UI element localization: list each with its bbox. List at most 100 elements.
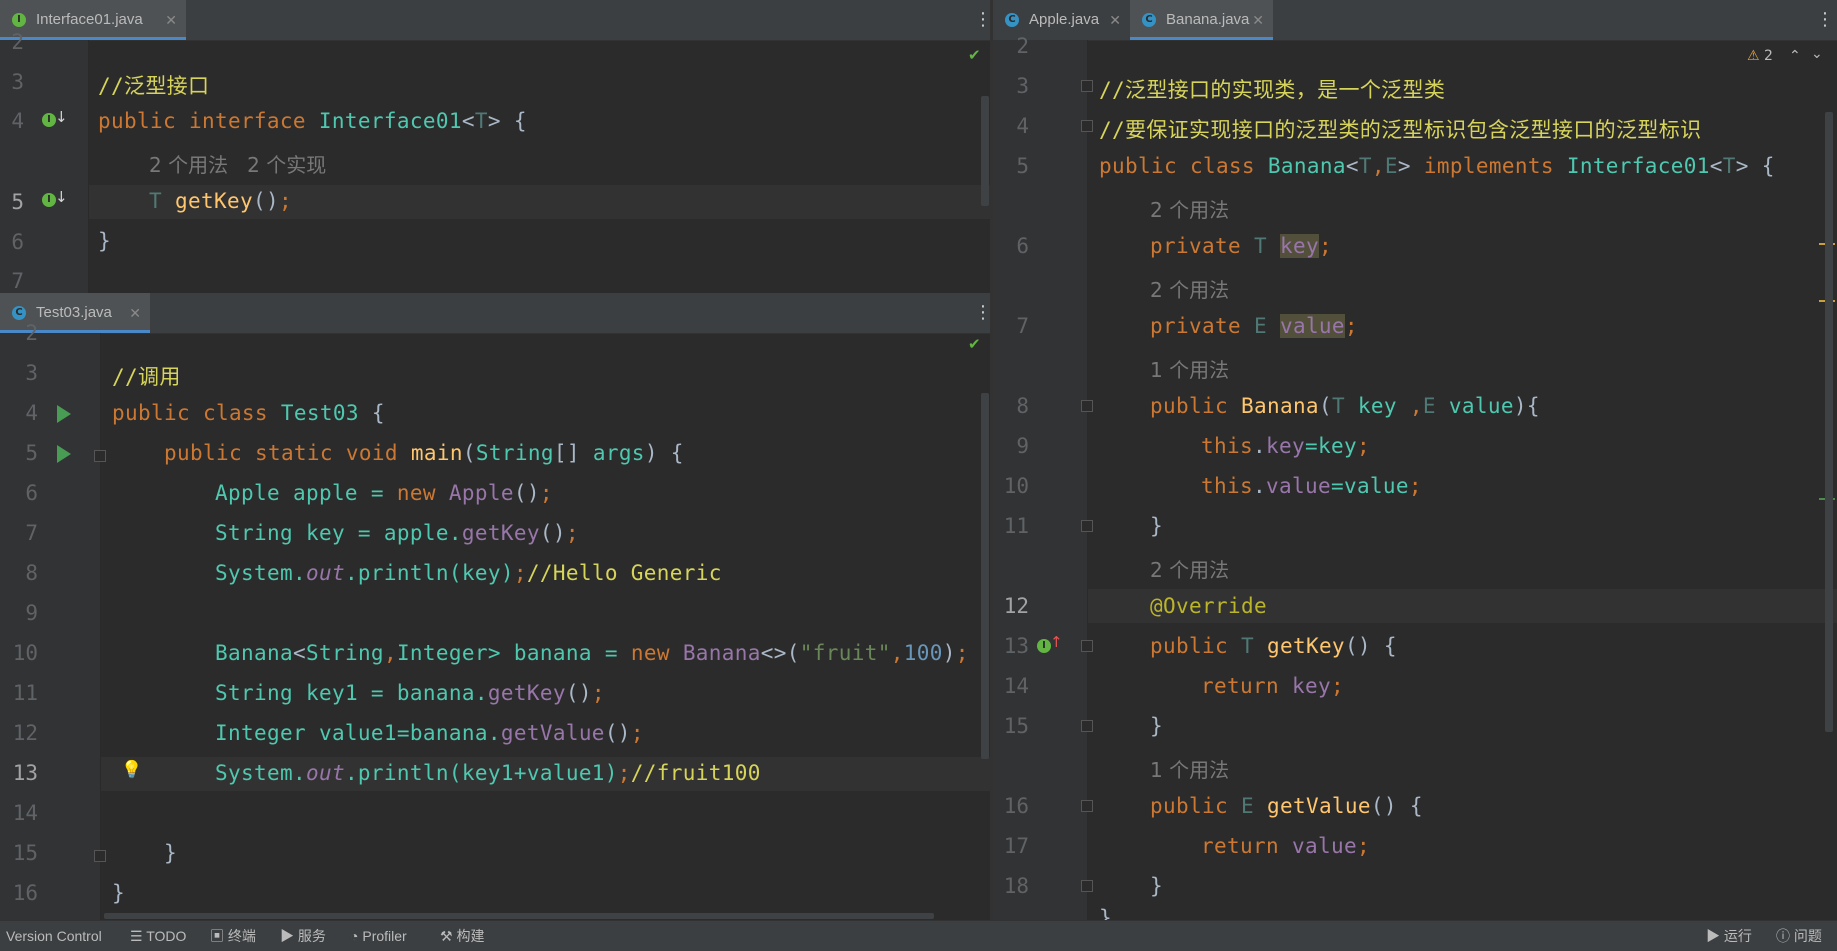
code-line-6: private T key;: [1150, 234, 1332, 258]
fold-icon[interactable]: [1081, 880, 1093, 892]
status-todo[interactable]: ☰ TODO: [130, 921, 186, 951]
code-line-11: String key1 = banana.getKey();: [215, 681, 605, 705]
code-comment: //调用: [112, 365, 181, 389]
implements-icon[interactable]: I: [42, 193, 56, 207]
status-services[interactable]: ▶ 服务: [280, 921, 326, 951]
line-number: 8: [25, 561, 38, 585]
status-terminal[interactable]: ▣ 终端: [210, 921, 256, 951]
editor-interface01: I Interface01.java ✕ ⋮ 2 3 4 5 6 7 I ↓ I…: [0, 0, 990, 293]
line-number: 11: [1003, 514, 1029, 538]
tab-label: Apple.java: [1029, 11, 1100, 28]
code-line-11: }: [1150, 514, 1163, 538]
vertical-scrollbar[interactable]: [981, 393, 989, 759]
tab-banana[interactable]: C Banana.java ✕: [1130, 0, 1273, 40]
fold-icon[interactable]: [1081, 640, 1093, 652]
line-number: 4: [1016, 114, 1029, 138]
line-number: 12: [1003, 594, 1029, 618]
next-highlight-icon[interactable]: ⌄: [1811, 46, 1823, 62]
line-number: 6: [11, 230, 24, 254]
close-icon[interactable]: ✕: [165, 0, 177, 40]
tab-interface01[interactable]: I Interface01.java ✕: [0, 0, 186, 40]
close-icon[interactable]: ✕: [129, 293, 141, 333]
line-number: 2: [1016, 34, 1029, 58]
class-file-icon: C: [1005, 13, 1019, 27]
status-problems[interactable]: ⓘ 问题: [1776, 921, 1822, 951]
class-file-icon: C: [12, 306, 26, 320]
code-line-10: this.value=value;: [1201, 474, 1422, 498]
code-line-5: public class Banana<T,E> implements Inte…: [1099, 154, 1775, 178]
code-line-4: public interface Interface01<T> {: [98, 109, 527, 133]
horizontal-scrollbar[interactable]: [104, 913, 934, 919]
code-line-16: public E getValue() {: [1150, 794, 1423, 818]
line-number: 10: [1003, 474, 1029, 498]
fold-icon[interactable]: [1081, 120, 1093, 132]
services-icon: ▶: [280, 928, 294, 944]
problems-icon: ⓘ: [1776, 928, 1790, 944]
line-number: 13: [1003, 634, 1029, 658]
code-line-18: }: [1150, 874, 1163, 898]
tab-label: Test03.java: [36, 304, 112, 321]
code-line-9: this.key=key;: [1201, 434, 1370, 458]
scrollbar[interactable]: [1825, 112, 1833, 732]
usage-hint[interactable]: 1 个用法: [1150, 754, 1229, 783]
status-run[interactable]: ▶ 运行: [1706, 921, 1752, 951]
check-icon: ✔: [968, 46, 981, 64]
tab-label: Banana.java: [1166, 11, 1250, 28]
line-number: 6: [25, 481, 38, 505]
line-number: 5: [25, 441, 38, 465]
prev-highlight-icon[interactable]: ⌃: [1789, 48, 1801, 64]
line-number: 7: [11, 269, 24, 293]
fold-icon[interactable]: [94, 850, 106, 862]
more-icon[interactable]: ⋮: [1816, 0, 1834, 40]
code-comment: //泛型接口: [98, 74, 210, 98]
close-icon[interactable]: ✕: [1109, 0, 1121, 40]
line-number: 8: [1016, 394, 1029, 418]
usage-hint[interactable]: 2 个用法 2 个实现: [149, 149, 326, 178]
usage-hint[interactable]: 2 个用法: [1150, 274, 1229, 303]
implemented-arrow-icon[interactable]: ↓: [55, 108, 68, 126]
run-icon: ▶: [1706, 928, 1720, 944]
usage-hint[interactable]: 2 个用法: [1150, 554, 1229, 583]
more-icon[interactable]: ⋮: [974, 293, 990, 333]
code-line-8: System.out.println(key);//Hello Generic: [215, 561, 722, 585]
line-number: 14: [12, 801, 38, 825]
usage-hint[interactable]: 2 个用法: [1150, 194, 1229, 223]
implemented-arrow-icon[interactable]: ↓: [55, 188, 68, 206]
run-icon[interactable]: [57, 445, 71, 463]
fold-icon[interactable]: [1081, 720, 1093, 732]
status-build[interactable]: ⚒ 构建: [440, 921, 484, 951]
code-line-17: return value;: [1201, 834, 1370, 858]
fold-icon[interactable]: [1081, 400, 1093, 412]
fold-icon[interactable]: [94, 450, 106, 462]
line-number: 2: [25, 321, 38, 345]
line-number: 6: [1016, 234, 1029, 258]
status-version-control[interactable]: Version Control: [6, 921, 102, 951]
scrollbar[interactable]: [981, 96, 989, 206]
close-icon[interactable]: ✕: [1252, 0, 1264, 40]
tab-bar: C Apple.java ✕ C Banana.java ✕ ⋮: [993, 0, 1837, 41]
line-number: 2: [11, 30, 24, 54]
lightbulb-icon[interactable]: 💡: [121, 760, 142, 780]
fold-icon[interactable]: [1081, 520, 1093, 532]
usage-hint[interactable]: 1 个用法: [1150, 354, 1229, 383]
run-icon[interactable]: [57, 405, 71, 423]
status-bar: Version Control ☰ TODO ▣ 终端 ▶ 服务 ◔ Profi…: [0, 920, 1837, 951]
implements-icon[interactable]: I: [1037, 639, 1051, 653]
code-line-12: Integer value1=banana.getValue();: [215, 721, 644, 745]
line-number: 17: [1003, 834, 1029, 858]
code-line-7: String key = apple.getKey();: [215, 521, 579, 545]
editor-banana: C Apple.java ✕ C Banana.java ✕ ⋮ ⚠ 2 ⌃ ⌄…: [993, 0, 1837, 921]
fold-icon[interactable]: [1081, 80, 1093, 92]
code-line-5: public static void main(String[] args) {: [164, 441, 684, 465]
tab-bar: I Interface01.java ✕ ⋮: [0, 0, 990, 41]
tab-label: Interface01.java: [36, 11, 143, 28]
warning-indicator[interactable]: ⚠ 2: [1747, 48, 1773, 64]
more-icon[interactable]: ⋮: [974, 0, 990, 40]
fold-icon[interactable]: [1081, 800, 1093, 812]
status-profiler[interactable]: ◔ Profiler: [350, 921, 407, 951]
overrides-icon[interactable]: ↑: [1050, 633, 1063, 651]
implements-icon[interactable]: I: [42, 113, 56, 127]
code-line-4: public class Test03 {: [112, 401, 385, 425]
line-number: 10: [12, 641, 38, 665]
line-number: 13: [12, 761, 38, 785]
